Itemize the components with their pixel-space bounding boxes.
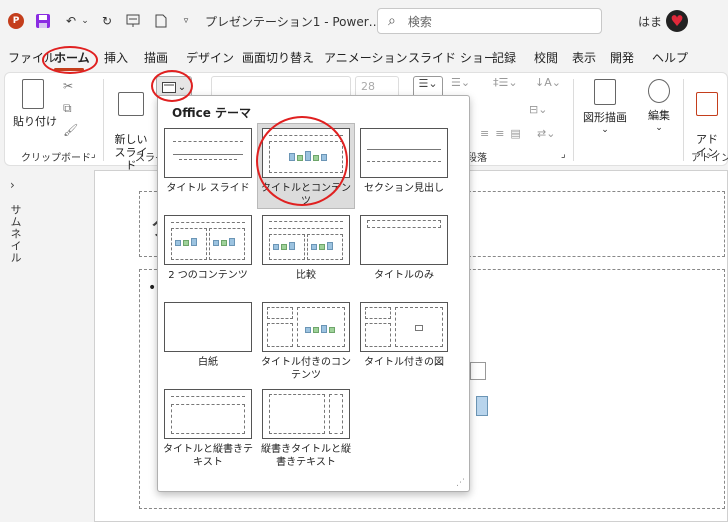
customize-qat-icon[interactable]: ▿ <box>180 11 192 31</box>
layout-content-with-caption[interactable]: タイトル付きのコンテンツ <box>258 298 354 382</box>
expand-chevron-icon[interactable]: › <box>10 178 15 192</box>
layout-thumbnail <box>164 302 252 352</box>
layout-title-and-vertical-text[interactable]: タイトルと縦書きテキスト <box>160 385 256 469</box>
addins-icon <box>696 92 718 116</box>
ribbon-separator <box>103 79 104 161</box>
search-input[interactable]: ⌕ 検索 <box>377 8 602 34</box>
tab-developer[interactable]: 開発 <box>610 49 634 66</box>
layout-label: タイトルのみ <box>374 270 434 281</box>
layout-thumbnail <box>262 302 350 352</box>
layout-label: 比較 <box>296 270 316 281</box>
tab-slideshow[interactable]: スライド ショー <box>408 49 496 66</box>
resize-grip-icon[interactable]: ⋰ <box>456 478 465 488</box>
layout-thumbnail <box>262 389 350 439</box>
copy-icon[interactable]: ⧉ <box>63 101 72 116</box>
layout-title-only[interactable]: タイトルのみ <box>356 211 452 282</box>
tab-help[interactable]: ヘルプ <box>652 49 688 66</box>
heart-icon: ♥ <box>670 11 684 30</box>
align-text-button[interactable]: ⊟⌄ <box>529 103 547 125</box>
layout-blank[interactable]: 白紙 <box>160 298 256 369</box>
paste-label: 貼り付け <box>13 115 57 128</box>
redo-icon[interactable]: ↻ <box>98 11 116 31</box>
gallery-header: Office テーマ <box>172 106 252 120</box>
tab-design[interactable]: デザイン <box>186 49 234 66</box>
layout-label: 白紙 <box>198 357 218 368</box>
layout-label: タイトル付きのコンテンツ <box>261 357 351 381</box>
layout-two-content[interactable]: 2 つのコンテンツ <box>160 211 256 282</box>
layout-section-header[interactable]: セクション見出し <box>356 124 452 195</box>
layout-thumbnail <box>164 128 252 178</box>
annotation-circle <box>256 116 348 206</box>
layout-thumbnail <box>164 215 252 265</box>
drawing-button[interactable]: 図形描画 ⌄ <box>579 79 631 135</box>
cut-icon[interactable]: ✂ <box>63 79 73 93</box>
insert-chart-icon[interactable] <box>476 396 488 416</box>
layout-comparison[interactable]: 比較 <box>258 211 354 282</box>
tab-insert[interactable]: 挿入 <box>104 49 128 66</box>
tab-view[interactable]: 表示 <box>572 49 596 66</box>
paste-button[interactable]: 貼り付け <box>13 79 57 129</box>
line-spacing-button[interactable]: ‡☰⌄ <box>493 76 518 98</box>
smartart-button[interactable]: ⇄⌄ <box>537 127 555 149</box>
presenter-icon[interactable] <box>124 11 142 31</box>
layout-thumbnail <box>262 215 350 265</box>
powerpoint-logo-icon: P <box>8 13 24 29</box>
thumbnail-pane: › サムネイル <box>0 170 30 522</box>
undo-dropdown-icon[interactable]: ⌄ <box>80 11 90 31</box>
title-bar: P ↶ ⌄ ↻ ▿ プレゼンテーション1 - Power… ⌕ 検索 はま ♥ <box>0 0 728 42</box>
drawing-label: 図形描画 <box>583 111 627 124</box>
clipboard-launcher-icon[interactable]: ⌟ <box>91 149 96 160</box>
clipboard-icon <box>22 79 44 109</box>
alignment-buttons[interactable]: ≡≡▤ <box>480 127 527 149</box>
save-icon[interactable] <box>34 11 52 31</box>
layout-title-slide[interactable]: タイトル スライド <box>160 124 256 195</box>
layout-picture-with-caption[interactable]: タイトル付きの図 <box>356 298 452 369</box>
paragraph-group-label: 段落 <box>467 153 487 164</box>
undo-icon[interactable]: ↶ <box>62 11 80 31</box>
chevron-down-icon: ⌄ <box>655 123 663 133</box>
layout-label: セクション見出し <box>364 183 444 194</box>
clipboard-group-label: クリップボード <box>21 153 91 164</box>
layout-vertical-title-and-text[interactable]: 縦書きタイトルと縦書きテキスト <box>258 385 354 469</box>
layout-label: タイトル スライド <box>166 183 250 194</box>
format-painter-icon[interactable]: 🖌 <box>63 123 78 137</box>
ribbon-separator <box>573 79 574 161</box>
layout-label: タイトルと縦書きテキスト <box>163 444 253 468</box>
shapes-icon <box>594 79 616 105</box>
tab-record[interactable]: 記録 <box>492 49 516 66</box>
insert-table-icon[interactable] <box>470 362 486 380</box>
layout-label: タイトル付きの図 <box>364 357 444 368</box>
tab-review[interactable]: 校閲 <box>534 49 558 66</box>
tab-draw[interactable]: 描画 <box>144 49 168 66</box>
chevron-down-icon: ⌄ <box>601 125 609 135</box>
annotation-circle <box>151 70 193 102</box>
edit-label: 編集 <box>648 109 670 122</box>
layout-label: 縦書きタイトルと縦書きテキスト <box>261 444 351 468</box>
layout-thumbnail <box>164 389 252 439</box>
avatar[interactable]: ♥ <box>666 10 688 32</box>
new-slide-icon <box>118 92 144 116</box>
annotation-circle <box>42 46 98 74</box>
tab-animations[interactable]: アニメーション <box>324 49 408 66</box>
addins-group-label: アドイン <box>691 153 728 164</box>
new-icon[interactable] <box>152 11 170 31</box>
ribbon-tabs: ファイル ホーム 挿入 描画 デザイン 画面切り替え アニメーション スライド … <box>0 42 728 72</box>
text-direction-button[interactable]: ↓A⌄ <box>535 76 561 98</box>
tab-transitions[interactable]: 画面切り替え <box>242 49 314 66</box>
paragraph-launcher-icon[interactable]: ⌟ <box>561 149 566 160</box>
ribbon-separator <box>683 79 684 161</box>
search-icon: ⌕ <box>388 13 396 29</box>
edit-button[interactable]: 編集 ⌄ <box>641 79 677 133</box>
layout-thumbnail <box>360 215 448 265</box>
thumbnail-pane-label[interactable]: サムネイル <box>7 204 23 264</box>
magnifier-icon <box>648 79 670 103</box>
search-placeholder: 検索 <box>407 14 432 29</box>
layout-label: 2 つのコンテンツ <box>168 270 248 281</box>
bullet-icon: • <box>148 280 157 296</box>
addins-button[interactable]: アド イン <box>691 79 723 159</box>
layout-thumbnail <box>360 302 448 352</box>
document-title: プレゼンテーション1 - Power… <box>205 14 381 29</box>
layout-thumbnail <box>360 128 448 178</box>
user-name[interactable]: はま <box>638 11 662 31</box>
